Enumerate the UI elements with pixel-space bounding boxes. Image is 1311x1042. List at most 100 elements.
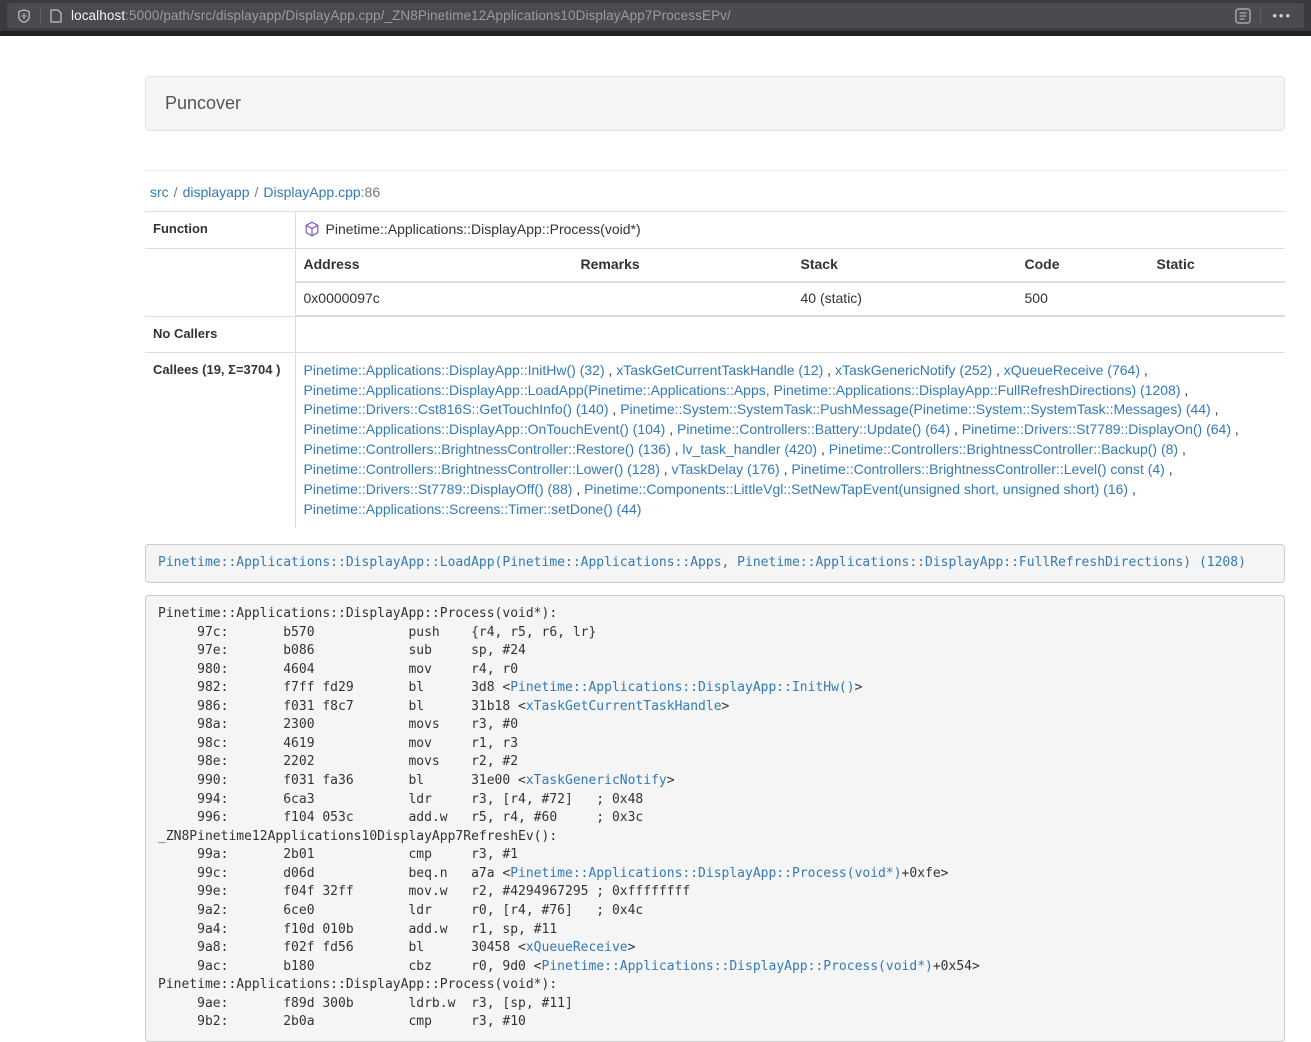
code-text: 98a: 2300 movs r3, #0 xyxy=(158,717,518,732)
function-table: Function Pinetime::Applications::Display… xyxy=(145,211,1285,528)
col-remarks: Remarks xyxy=(573,249,793,282)
reader-mode-icon[interactable] xyxy=(1235,8,1251,24)
code-text: 98c: 4619 mov r1, r3 xyxy=(158,736,518,751)
stats-header-row: Address Remarks Stack Code Static xyxy=(296,249,1286,282)
callee-link[interactable]: lv_task_handler (420) xyxy=(682,441,817,457)
stack-value: 40 (static) xyxy=(793,282,1017,315)
col-address: Address xyxy=(296,249,573,282)
code-line: 9ac: b180 cbz r0, 9d0 <Pinetime::Applica… xyxy=(158,958,1272,977)
shield-icon[interactable] xyxy=(17,8,31,24)
code-symbol-link[interactable]: Pinetime::Applications::DisplayApp::Proc… xyxy=(542,959,933,974)
code-line: 99c: d06d beq.n a7a <Pinetime::Applicati… xyxy=(158,865,1272,884)
code-text: Pinetime::Applications::DisplayApp::Proc… xyxy=(158,977,557,992)
code-text: 99a: 2b01 cmp r3, #1 xyxy=(158,847,518,862)
code-line: Pinetime::Applications::DisplayApp::Proc… xyxy=(158,976,1272,995)
callee-link[interactable]: Pinetime::Drivers::Cst816S::GetTouchInfo… xyxy=(304,401,609,417)
code-text: > xyxy=(667,773,675,788)
col-stack: Stack xyxy=(793,249,1017,282)
code-text: 98e: 2202 movs r2, #2 xyxy=(158,754,518,769)
callee-link[interactable]: xTaskGenericNotify (252) xyxy=(835,362,992,378)
breadcrumb: src/displayapp/DisplayApp.cpp:86 xyxy=(145,182,1285,202)
callee-link[interactable]: Pinetime::Controllers::BrightnessControl… xyxy=(304,461,660,477)
code-line: 98c: 4619 mov r1, r3 xyxy=(158,735,1272,754)
code-text: 9a2: 6ce0 ldr r0, [r4, #76] ; 0x4c xyxy=(158,903,643,918)
callees-label: Callees (19, Σ=3704 ) xyxy=(145,352,295,528)
code-line: 994: 6ca3 ldr r3, [r4, #72] ; 0x48 xyxy=(158,791,1272,810)
stats-row: Address Remarks Stack Code Static 0x0000… xyxy=(145,248,1285,316)
code-text: > xyxy=(628,940,636,955)
code-symbol-link[interactable]: xQueueReceive xyxy=(526,940,628,955)
code-symbol-link[interactable]: Pinetime::Applications::DisplayApp::Init… xyxy=(510,680,854,695)
callee-link[interactable]: Pinetime::Controllers::BrightnessControl… xyxy=(304,441,671,457)
code-text: 99c: d06d beq.n a7a < xyxy=(158,866,510,881)
code-text: 9ae: f89d 300b ldrb.w r3, [sp, #11] xyxy=(158,996,573,1011)
code-line: 996: f104 053c add.w r5, r4, #60 ; 0x3c xyxy=(158,809,1272,828)
callee-link[interactable]: xTaskGetCurrentTaskHandle (12) xyxy=(616,362,823,378)
app-header: Puncover xyxy=(145,76,1285,131)
function-row: Function Pinetime::Applications::Display… xyxy=(145,212,1285,249)
col-code: Code xyxy=(1017,249,1149,282)
callee-link[interactable]: Pinetime::Controllers::BrightnessControl… xyxy=(829,441,1178,457)
code-symbol-link[interactable]: xTaskGenericNotify xyxy=(526,773,667,788)
page-container: Puncover src/displayapp/DisplayApp.cpp:8… xyxy=(145,76,1285,1042)
callees-list: Pinetime::Applications::DisplayApp::Init… xyxy=(295,352,1285,528)
callers-row: No Callers xyxy=(145,316,1285,352)
col-static: Static xyxy=(1149,249,1286,282)
divider-rule xyxy=(145,170,1285,171)
menu-ellipsis-icon[interactable]: ••• xyxy=(1270,9,1294,22)
address-value: 0x0000097c xyxy=(296,282,573,315)
code-text: Pinetime::Applications::DisplayApp::Proc… xyxy=(158,606,557,621)
callee-link[interactable]: Pinetime::Applications::Screens::Timer::… xyxy=(304,501,642,517)
code-line: _ZN8Pinetime12Applications10DisplayApp7R… xyxy=(158,828,1272,847)
disassembly-box: Pinetime::Applications::DisplayApp::Proc… xyxy=(145,595,1285,1042)
function-label: Function xyxy=(145,212,295,249)
breadcrumb-link-src[interactable]: src xyxy=(150,184,169,200)
code-line: 990: f031 fa36 bl 31e00 <xTaskGenericNot… xyxy=(158,772,1272,791)
code-text: 980: 4604 mov r4, r0 xyxy=(158,662,518,677)
callee-link[interactable]: Pinetime::Applications::DisplayApp::Load… xyxy=(304,382,1181,398)
breadcrumb-link-file[interactable]: DisplayApp.cpp xyxy=(263,184,360,200)
url-input[interactable]: localhost:5000/path/src/displayapp/Displ… xyxy=(71,8,1226,23)
remarks-value xyxy=(573,282,793,315)
url-bar[interactable]: localhost:5000/path/src/displayapp/Displ… xyxy=(7,3,1304,28)
callee-link[interactable]: xQueueReceive (764) xyxy=(1004,362,1140,378)
highlighted-symbol-link[interactable]: Pinetime::Applications::DisplayApp::Load… xyxy=(158,555,1246,570)
callee-link[interactable]: Pinetime::System::SystemTask::PushMessag… xyxy=(620,401,1211,417)
callee-link[interactable]: Pinetime::Components::LittleVgl::SetNewT… xyxy=(584,481,1128,497)
static-value xyxy=(1149,282,1286,315)
code-line: Pinetime::Applications::DisplayApp::Proc… xyxy=(158,605,1272,624)
callee-link[interactable]: Pinetime::Drivers::St7789::DisplayOff() … xyxy=(304,481,573,497)
callees-row: Callees (19, Σ=3704 ) Pinetime::Applicat… xyxy=(145,352,1285,528)
code-text: > xyxy=(855,680,863,695)
code-line: 9a4: f10d 010b add.w r1, sp, #11 xyxy=(158,921,1272,940)
code-line: 99a: 2b01 cmp r3, #1 xyxy=(158,846,1272,865)
code-symbol-link[interactable]: xTaskGetCurrentTaskHandle xyxy=(526,699,722,714)
callee-link[interactable]: Pinetime::Applications::DisplayApp::Init… xyxy=(304,362,605,378)
code-symbol-link[interactable]: Pinetime::Applications::DisplayApp::Proc… xyxy=(510,866,901,881)
code-text: > xyxy=(722,699,730,714)
code-line: 98a: 2300 movs r3, #0 xyxy=(158,716,1272,735)
code-text: 994: 6ca3 ldr r3, [r4, #72] ; 0x48 xyxy=(158,792,643,807)
page-title: Puncover xyxy=(165,93,241,114)
callee-link[interactable]: vTaskDelay (176) xyxy=(672,461,780,477)
callee-link[interactable]: Pinetime::Drivers::St7789::DisplayOn() (… xyxy=(962,421,1231,437)
code-text: 97c: b570 push {r4, r5, r6, lr} xyxy=(158,625,596,640)
callee-link[interactable]: Pinetime::Controllers::BrightnessControl… xyxy=(791,461,1164,477)
code-size-value: 500 xyxy=(1017,282,1149,315)
code-line: 9a8: f02f fd56 bl 30458 <xQueueReceive> xyxy=(158,939,1272,958)
code-text: 990: f031 fa36 bl 31e00 < xyxy=(158,773,526,788)
callee-link[interactable]: Pinetime::Applications::DisplayApp::OnTo… xyxy=(304,421,666,437)
code-line: 9a2: 6ce0 ldr r0, [r4, #76] ; 0x4c xyxy=(158,902,1272,921)
toolbar-divider xyxy=(1260,7,1261,24)
breadcrumb-separator: / xyxy=(250,184,264,200)
breadcrumb-link-displayapp[interactable]: displayapp xyxy=(183,184,250,200)
code-line: 982: f7ff fd29 bl 3d8 <Pinetime::Applica… xyxy=(158,679,1272,698)
callee-link[interactable]: Pinetime::Controllers::Battery::Update()… xyxy=(677,421,950,437)
code-line: 99e: f04f 32ff mov.w r2, #4294967295 ; 0… xyxy=(158,883,1272,902)
code-line: 980: 4604 mov r4, r0 xyxy=(158,661,1272,680)
code-text: +0xfe> xyxy=(902,866,949,881)
code-text: 996: f104 053c add.w r5, r4, #60 ; 0x3c xyxy=(158,810,643,825)
highlighted-symbol-box: Pinetime::Applications::DisplayApp::Load… xyxy=(145,544,1285,583)
stats-table: Address Remarks Stack Code Static 0x0000… xyxy=(296,249,1286,316)
page-icon xyxy=(50,9,62,23)
